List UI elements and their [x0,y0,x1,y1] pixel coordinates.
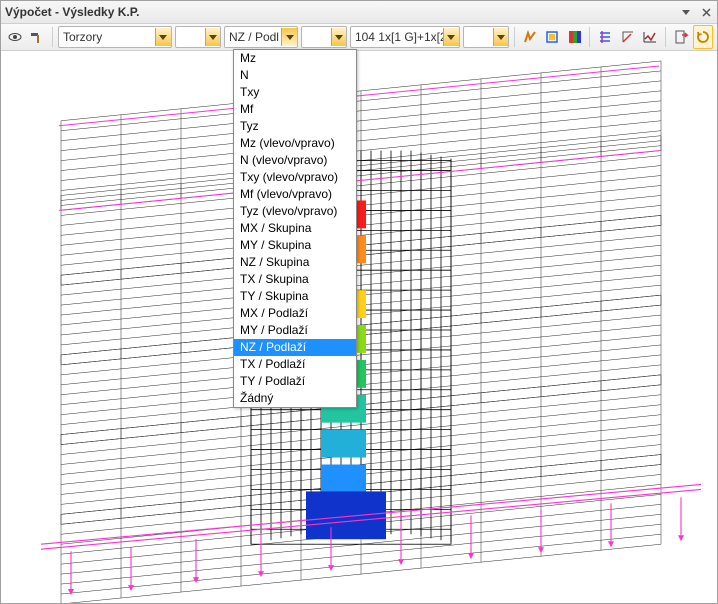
chevron-down-icon[interactable] [331,28,346,46]
filter-combo[interactable] [175,26,221,48]
palette-button[interactable] [565,25,585,49]
value-combo[interactable] [301,26,347,48]
dropdown-item[interactable]: NZ / Skupina [234,254,356,271]
dropdown-item[interactable]: NZ / Podlaží [234,339,356,356]
separator [52,27,53,47]
dropdown-menu-button[interactable] [679,5,693,19]
refresh-button[interactable] [693,25,713,49]
dropdown-item[interactable]: TY / Skupina [234,288,356,305]
dropdown-item[interactable]: Mf (vlevo/vpravo) [234,186,356,203]
combo-value: Torzory [59,30,155,44]
chevron-down-icon[interactable] [281,28,297,46]
dropdown-item[interactable]: MX / Podlaží [234,305,356,322]
dropdown-item[interactable]: Mz [234,50,356,67]
settings-button[interactable] [542,25,562,49]
titlebar: Výpočet - Výsledky K.P. [1,1,717,24]
app-window: Výpočet - Výsledky K.P. Torzory NZ / Pod… [0,0,718,604]
calculate-button[interactable] [520,25,540,49]
export-button[interactable] [671,25,691,49]
dropdown-item[interactable]: Txy (vlevo/vpravo) [234,169,356,186]
combo-extra[interactable] [463,26,509,48]
levels-button[interactable] [595,25,615,49]
toolbar: Torzory NZ / Podl 104 1x[1 G]+1x[2 [1,24,717,51]
chevron-down-icon[interactable] [205,28,220,46]
dropdown-item[interactable]: N [234,67,356,84]
dropdown-item[interactable]: MY / Podlaží [234,322,356,339]
graph-button[interactable] [640,25,660,49]
dropdown-item[interactable]: MX / Skupina [234,220,356,237]
dropdown-item[interactable]: Tyz (vlevo/vpravo) [234,203,356,220]
combo-value: NZ / Podl [225,30,281,44]
display-type-combo[interactable]: Torzory [58,26,172,48]
load-case-combo[interactable]: 104 1x[1 G]+1x[2 [350,26,460,48]
scale-button[interactable] [618,25,638,49]
view-eye-button[interactable] [5,25,25,49]
separator [514,27,515,47]
structural-model [1,51,717,603]
hammer-button[interactable] [28,25,48,49]
chevron-down-icon[interactable] [443,28,459,46]
result-type-combo[interactable]: NZ / Podl [224,26,298,48]
separator [665,27,666,47]
dropdown-item[interactable]: N (vlevo/vpravo) [234,152,356,169]
dropdown-item[interactable]: Žádný [234,390,356,407]
close-icon[interactable] [699,5,713,19]
dropdown-item[interactable]: TX / Skupina [234,271,356,288]
dropdown-item[interactable]: Tyz [234,118,356,135]
dropdown-item[interactable]: TX / Podlaží [234,356,356,373]
dropdown-item[interactable]: Mf [234,101,356,118]
window-title: Výpočet - Výsledky K.P. [5,5,673,19]
separator [589,27,590,47]
viewport[interactable] [1,51,717,603]
combo-value: 104 1x[1 G]+1x[2 [351,30,443,44]
dropdown-item[interactable]: TY / Podlaží [234,373,356,390]
chevron-down-icon[interactable] [155,28,171,46]
chevron-down-icon[interactable] [493,28,508,46]
dropdown-item[interactable]: Mz (vlevo/vpravo) [234,135,356,152]
dropdown-item[interactable]: MY / Skupina [234,237,356,254]
result-type-dropdown[interactable]: MzNTxyMfTyzMz (vlevo/vpravo)N (vlevo/vpr… [233,49,357,408]
dropdown-item[interactable]: Txy [234,84,356,101]
